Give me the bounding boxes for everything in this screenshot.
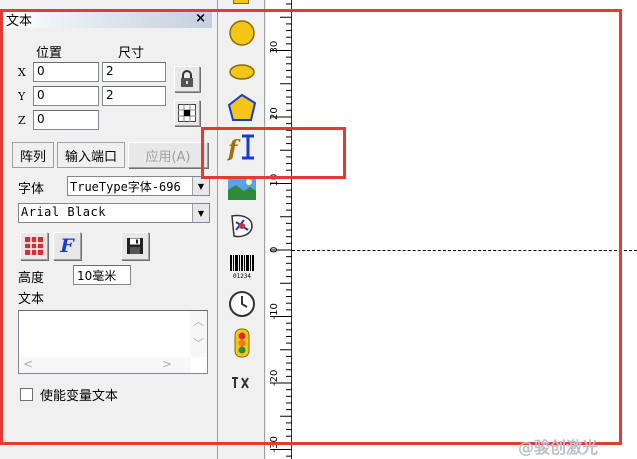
lock-ratio-button[interactable] xyxy=(174,66,200,92)
toolbar-top-edge xyxy=(233,0,249,4)
polygon-tool[interactable] xyxy=(226,92,258,124)
save-icon xyxy=(127,238,143,254)
text-label: 文本 xyxy=(18,292,45,307)
image-icon xyxy=(228,176,256,200)
panel-title: 文本 xyxy=(6,14,33,29)
character-grid-icon xyxy=(25,237,43,255)
vertical-scrollbar[interactable]: ︿ ﹀ xyxy=(190,311,207,357)
font-parameters-button[interactable]: F xyxy=(53,232,81,260)
scroll-left-icon[interactable]: < xyxy=(23,357,33,371)
font-char-set-button[interactable] xyxy=(20,232,48,260)
width-field[interactable]: 2 xyxy=(102,62,166,82)
bitmap-tool[interactable] xyxy=(226,172,258,204)
barcode-digits: 01234 xyxy=(233,273,251,279)
apply-button[interactable]: 应用(A) xyxy=(128,142,208,168)
barcode-icon: 01234 xyxy=(230,255,254,279)
chevron-down-icon: ▼ xyxy=(192,204,209,222)
chevron-down-icon: ▼ xyxy=(192,177,209,195)
text-icon: f xyxy=(227,134,254,162)
vector-file-icon xyxy=(231,214,253,238)
text-properties-panel: 文本 × 位置 尺寸 X 0 2 Y 0 2 Z 0 阵列 输入端口 应用(A)… xyxy=(0,0,218,459)
ruler-label: -20 xyxy=(269,370,280,386)
anchor-grid-icon xyxy=(178,104,196,122)
clock-icon xyxy=(229,291,255,317)
ruler-scale: 30 20 10 0 -10 -20 -30 xyxy=(269,3,292,457)
text-tool[interactable]: f xyxy=(226,131,258,163)
enable-variable-text-checkbox[interactable] xyxy=(20,388,33,401)
vector-file-tool[interactable] xyxy=(226,210,258,242)
font-name-select[interactable]: Arial Black ▼ xyxy=(18,203,210,223)
ruler-label: 10 xyxy=(269,174,280,187)
polygon-icon xyxy=(227,93,257,121)
z-label: Z xyxy=(18,114,26,127)
ruler-label: 0 xyxy=(269,247,280,253)
tab-input-port[interactable]: 输入端口 xyxy=(57,142,125,168)
delay-tool[interactable] xyxy=(226,366,258,398)
scroll-right-icon[interactable]: > xyxy=(162,357,172,371)
size-label: 尺寸 xyxy=(118,46,145,61)
horizontal-zero-guide xyxy=(292,250,637,251)
x-label: X xyxy=(18,66,26,79)
height-label: 高度 xyxy=(18,271,45,286)
scroll-up-icon[interactable]: ︿ xyxy=(193,313,204,329)
panel-title-bar: 文本 × xyxy=(4,10,212,29)
drawing-toolbar: f 01234 xyxy=(219,0,265,459)
drawing-canvas[interactable] xyxy=(292,0,637,459)
ruler-label: -10 xyxy=(269,303,280,319)
enable-variable-text-label: 使能变量文本 xyxy=(40,389,119,404)
watermark-text: @骏创激光 xyxy=(518,438,599,457)
text-content-area[interactable]: ︿ ﹀ < > xyxy=(18,310,208,374)
delay-waveform-icon xyxy=(232,377,249,389)
x-position-field[interactable]: 0 xyxy=(33,62,99,82)
io-lamp-tool[interactable] xyxy=(226,327,258,359)
ruler-label: 20 xyxy=(269,107,280,120)
svg-text:f: f xyxy=(227,136,241,162)
position-label: 位置 xyxy=(36,46,63,61)
text-height-field[interactable]: 10毫米 xyxy=(73,265,131,285)
font-f-icon: F xyxy=(60,235,74,257)
circle-icon xyxy=(229,20,255,46)
tab-array[interactable]: 阵列 xyxy=(12,142,54,168)
barcode-tool[interactable]: 01234 xyxy=(226,250,258,282)
vertical-ruler: 30 20 10 0 -10 -20 -30 xyxy=(266,0,292,459)
font-label: 字体 xyxy=(18,182,45,197)
y-position-field[interactable]: 0 xyxy=(33,86,99,106)
circle-tool[interactable] xyxy=(226,17,258,49)
close-icon[interactable]: × xyxy=(195,11,206,26)
ruler-label: 30 xyxy=(269,41,280,54)
ruler-label: -30 xyxy=(269,436,280,452)
height-size-field[interactable]: 2 xyxy=(102,86,166,106)
horizontal-scrollbar[interactable]: < > xyxy=(19,357,190,373)
font-type-select[interactable]: TrueType字体-696 ▼ xyxy=(67,176,210,196)
save-button[interactable] xyxy=(121,232,149,260)
ellipse-icon xyxy=(229,64,255,80)
anchor-point-button[interactable] xyxy=(174,100,200,126)
traffic-light-icon xyxy=(234,328,250,358)
font-type-value: TrueType字体-696 xyxy=(70,180,181,194)
scroll-down-icon[interactable]: ﹀ xyxy=(193,335,204,351)
y-label: Y xyxy=(18,90,26,103)
lock-icon xyxy=(181,70,193,87)
z-position-field[interactable]: 0 xyxy=(33,110,99,130)
font-name-value: Arial Black xyxy=(21,205,106,219)
ellipse-tool[interactable] xyxy=(226,56,258,88)
time-tool[interactable] xyxy=(226,288,258,320)
